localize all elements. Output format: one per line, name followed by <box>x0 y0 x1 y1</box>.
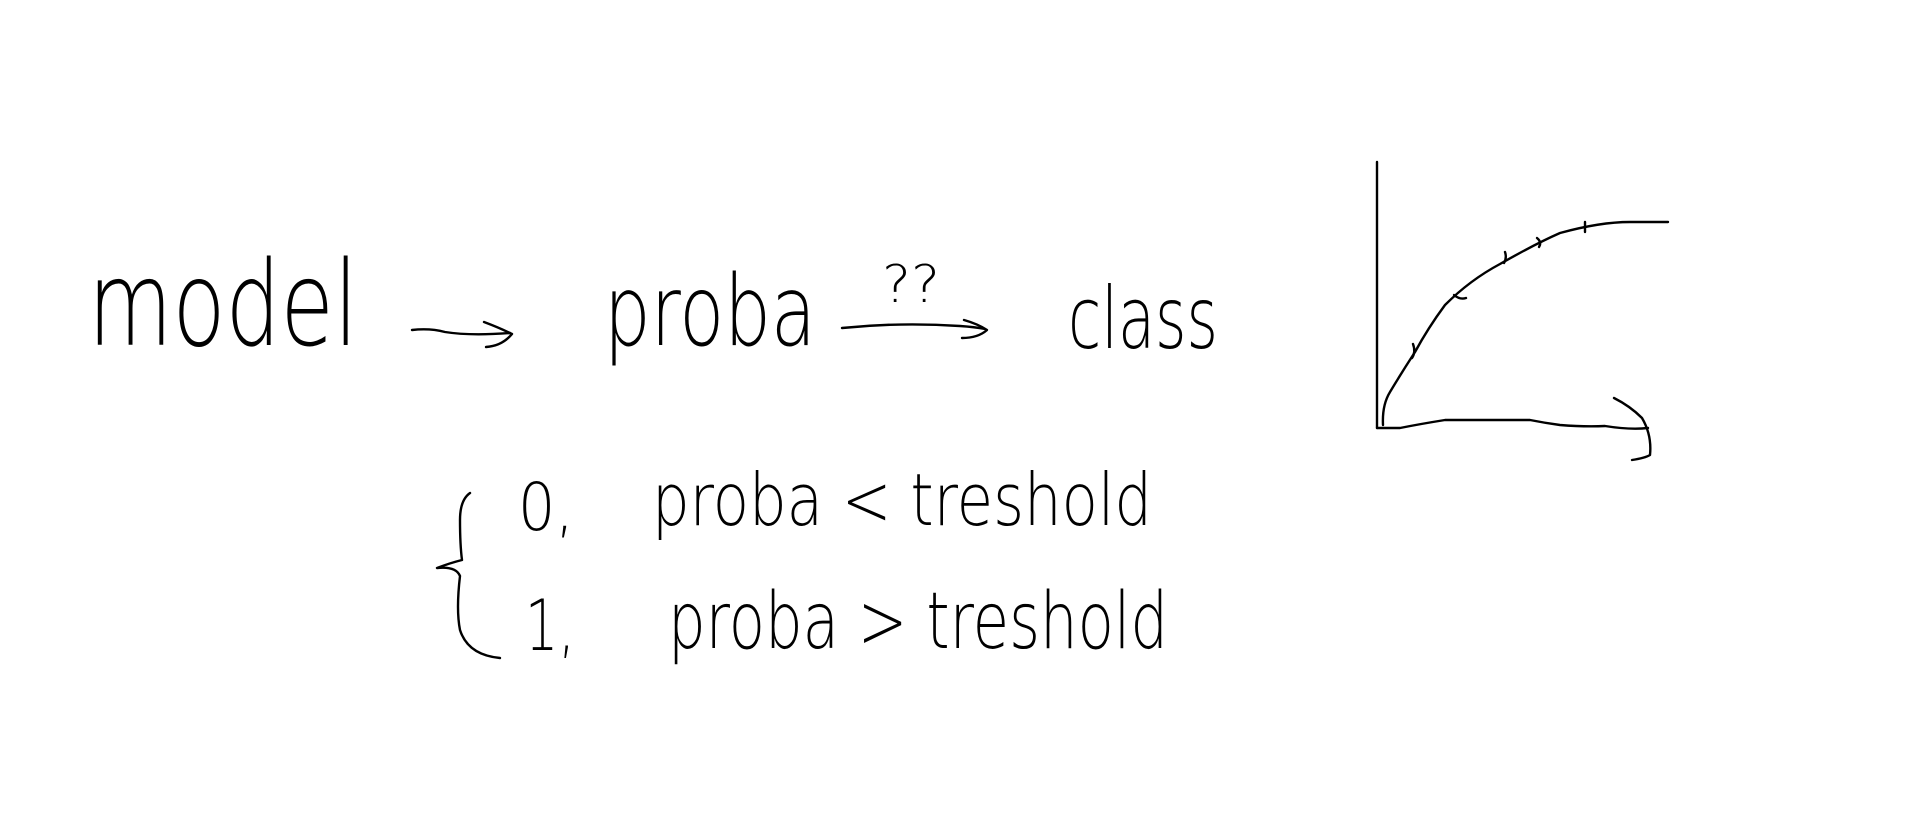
curve-tick-2 <box>1452 293 1468 300</box>
case-0-condition: proba < treshold <box>652 458 1152 542</box>
curve-line <box>1381 220 1670 427</box>
case-0-value: 0, <box>518 469 574 546</box>
class-label: class <box>1068 269 1218 369</box>
question-marks: ?? <box>882 255 940 315</box>
arrow-model-to-proba <box>410 320 514 349</box>
curve-tick-3 <box>1502 250 1507 265</box>
case-1-condition: proba > treshold <box>668 577 1168 667</box>
arrow-proba-to-class <box>840 318 989 340</box>
curly-brace <box>435 491 502 660</box>
curve-sketch <box>1375 160 1670 462</box>
whiteboard-canvas: class ===== --> model proba ?? class 0, … <box>88 160 1670 667</box>
case-1-value: 1, <box>525 585 575 667</box>
model-label: model <box>88 235 358 373</box>
proba-label: proba <box>604 255 816 369</box>
x-axis <box>1375 418 1650 430</box>
curve-tick-1 <box>1410 342 1416 360</box>
